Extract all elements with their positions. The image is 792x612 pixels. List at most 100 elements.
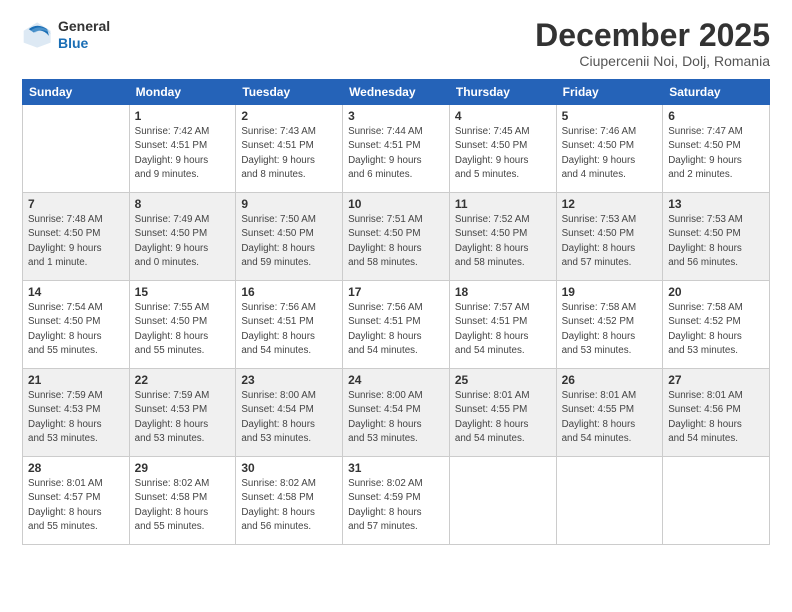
day-number: 15 (135, 285, 231, 299)
day-info: Sunrise: 7:59 AMSunset: 4:53 PMDaylight:… (28, 389, 124, 446)
calendar-cell: 10 Sunrise: 7:51 AMSunset: 4:50 PMDayligh… (343, 193, 450, 281)
day-number: 28 (28, 461, 124, 475)
day-info: Sunrise: 8:01 AMSunset: 4:55 PMDaylight:… (562, 389, 658, 446)
calendar-cell: 9 Sunrise: 7:50 AMSunset: 4:50 PMDaylight… (236, 193, 343, 281)
week-row-2: 7 Sunrise: 7:48 AMSunset: 4:50 PMDaylight… (23, 193, 770, 281)
calendar-cell: 14 Sunrise: 7:54 AMSunset: 4:50 PMDayligh… (23, 281, 130, 369)
day-info: Sunrise: 7:45 AMSunset: 4:50 PMDaylight:… (455, 125, 551, 182)
day-number: 11 (455, 197, 551, 211)
day-number: 30 (241, 461, 337, 475)
day-info: Sunrise: 7:48 AMSunset: 4:50 PMDaylight:… (28, 213, 124, 270)
day-number: 25 (455, 373, 551, 387)
day-info: Sunrise: 8:01 AMSunset: 4:55 PMDaylight:… (455, 389, 551, 446)
day-number: 7 (28, 197, 124, 211)
calendar-table: SundayMondayTuesdayWednesdayThursdayFrid… (22, 79, 770, 545)
day-number: 5 (562, 109, 658, 123)
day-info: Sunrise: 8:02 AMSunset: 4:58 PMDaylight:… (241, 477, 337, 534)
title-block: December 2025 Ciupercenii Noi, Dolj, Rom… (535, 18, 770, 69)
calendar-cell: 26Sunrise: 8:01 AMSunset: 4:55 PMDayligh… (556, 369, 663, 457)
day-info: Sunrise: 7:54 AMSunset: 4:50 PMDaylight:… (28, 301, 124, 358)
day-info: Sunrise: 7:57 AMSunset: 4:51 PMDaylight:… (455, 301, 551, 358)
day-info: Sunrise: 7:53 AMSunset: 4:50 PMDaylight:… (668, 213, 764, 270)
logo: General Blue (22, 18, 110, 52)
day-info: Sunrise: 7:52 AMSunset: 4:50 PMDaylight:… (455, 213, 551, 270)
header: General Blue December 2025 Ciupercenii N… (22, 18, 770, 69)
day-number: 8 (135, 197, 231, 211)
week-row-4: 21Sunrise: 7:59 AMSunset: 4:53 PMDayligh… (23, 369, 770, 457)
weekday-header-sunday: Sunday (23, 80, 130, 105)
calendar-cell: 24 Sunrise: 8:00 AMSunset: 4:54 PMDayligh… (343, 369, 450, 457)
calendar-cell: 27 Sunrise: 8:01 AMSunset: 4:56 PMDayligh… (663, 369, 770, 457)
day-info: Sunrise: 8:02 AMSunset: 4:58 PMDaylight:… (135, 477, 231, 534)
week-row-1: 1 Sunrise: 7:42 AMSunset: 4:51 PMDaylight… (23, 105, 770, 193)
calendar-cell: 8 Sunrise: 7:49 AMSunset: 4:50 PMDaylight… (129, 193, 236, 281)
day-info: Sunrise: 7:58 AMSunset: 4:52 PMDaylight:… (668, 301, 764, 358)
weekday-header-friday: Friday (556, 80, 663, 105)
calendar-cell: 28Sunrise: 8:01 AMSunset: 4:57 PMDayligh… (23, 457, 130, 545)
day-number: 16 (241, 285, 337, 299)
day-number: 12 (562, 197, 658, 211)
day-number: 22 (135, 373, 231, 387)
day-info: Sunrise: 8:01 AMSunset: 4:56 PMDaylight:… (668, 389, 764, 446)
weekday-header-thursday: Thursday (449, 80, 556, 105)
day-number: 1 (135, 109, 231, 123)
day-info: Sunrise: 7:49 AMSunset: 4:50 PMDaylight:… (135, 213, 231, 270)
day-info: Sunrise: 7:43 AMSunset: 4:51 PMDaylight:… (241, 125, 337, 182)
day-number: 14 (28, 285, 124, 299)
calendar-cell (449, 457, 556, 545)
day-number: 27 (668, 373, 764, 387)
day-number: 19 (562, 285, 658, 299)
day-number: 4 (455, 109, 551, 123)
calendar-cell: 20 Sunrise: 7:58 AMSunset: 4:52 PMDayligh… (663, 281, 770, 369)
day-info: Sunrise: 8:00 AMSunset: 4:54 PMDaylight:… (241, 389, 337, 446)
calendar-cell: 12Sunrise: 7:53 AMSunset: 4:50 PMDayligh… (556, 193, 663, 281)
month-title: December 2025 (535, 18, 770, 53)
day-number: 31 (348, 461, 444, 475)
calendar-page: General Blue December 2025 Ciupercenii N… (0, 0, 792, 612)
calendar-cell: 13Sunrise: 7:53 AMSunset: 4:50 PMDayligh… (663, 193, 770, 281)
day-number: 20 (668, 285, 764, 299)
weekday-header-wednesday: Wednesday (343, 80, 450, 105)
day-number: 23 (241, 373, 337, 387)
weekday-header-row: SundayMondayTuesdayWednesdayThursdayFrid… (23, 80, 770, 105)
day-info: Sunrise: 7:56 AMSunset: 4:51 PMDaylight:… (348, 301, 444, 358)
calendar-cell: 23 Sunrise: 8:00 AMSunset: 4:54 PMDayligh… (236, 369, 343, 457)
day-number: 17 (348, 285, 444, 299)
weekday-header-tuesday: Tuesday (236, 80, 343, 105)
calendar-cell: 6Sunrise: 7:47 AMSunset: 4:50 PMDaylight… (663, 105, 770, 193)
day-number: 29 (135, 461, 231, 475)
day-info: Sunrise: 8:00 AMSunset: 4:54 PMDaylight:… (348, 389, 444, 446)
day-info: Sunrise: 8:02 AMSunset: 4:59 PMDaylight:… (348, 477, 444, 534)
day-info: Sunrise: 7:47 AMSunset: 4:50 PMDaylight:… (668, 125, 764, 182)
calendar-cell: 22 Sunrise: 7:59 AMSunset: 4:53 PMDayligh… (129, 369, 236, 457)
calendar-cell: 4 Sunrise: 7:45 AMSunset: 4:50 PMDaylight… (449, 105, 556, 193)
logo-text: General Blue (58, 18, 110, 52)
calendar-cell: 5 Sunrise: 7:46 AMSunset: 4:50 PMDaylight… (556, 105, 663, 193)
calendar-cell: 30 Sunrise: 8:02 AMSunset: 4:58 PMDayligh… (236, 457, 343, 545)
day-number: 10 (348, 197, 444, 211)
calendar-cell (663, 457, 770, 545)
calendar-cell: 3Sunrise: 7:44 AMSunset: 4:51 PMDaylight… (343, 105, 450, 193)
day-info: Sunrise: 7:44 AMSunset: 4:51 PMDaylight:… (348, 125, 444, 182)
calendar-cell: 11 Sunrise: 7:52 AMSunset: 4:50 PMDayligh… (449, 193, 556, 281)
calendar-cell (23, 105, 130, 193)
day-number: 9 (241, 197, 337, 211)
calendar-cell: 7 Sunrise: 7:48 AMSunset: 4:50 PMDaylight… (23, 193, 130, 281)
day-number: 2 (241, 109, 337, 123)
calendar-cell (556, 457, 663, 545)
day-info: Sunrise: 7:42 AMSunset: 4:51 PMDaylight:… (135, 125, 231, 182)
location-subtitle: Ciupercenii Noi, Dolj, Romania (535, 53, 770, 69)
calendar-cell: 25 Sunrise: 8:01 AMSunset: 4:55 PMDayligh… (449, 369, 556, 457)
day-info: Sunrise: 7:59 AMSunset: 4:53 PMDaylight:… (135, 389, 231, 446)
day-info: Sunrise: 7:46 AMSunset: 4:50 PMDaylight:… (562, 125, 658, 182)
week-row-5: 28Sunrise: 8:01 AMSunset: 4:57 PMDayligh… (23, 457, 770, 545)
day-info: Sunrise: 7:51 AMSunset: 4:50 PMDaylight:… (348, 213, 444, 270)
weekday-header-monday: Monday (129, 80, 236, 105)
calendar-cell: 15Sunrise: 7:55 AMSunset: 4:50 PMDayligh… (129, 281, 236, 369)
day-info: Sunrise: 7:50 AMSunset: 4:50 PMDaylight:… (241, 213, 337, 270)
day-number: 24 (348, 373, 444, 387)
day-info: Sunrise: 7:56 AMSunset: 4:51 PMDaylight:… (241, 301, 337, 358)
calendar-cell: 19 Sunrise: 7:58 AMSunset: 4:52 PMDayligh… (556, 281, 663, 369)
calendar-cell: 17 Sunrise: 7:56 AMSunset: 4:51 PMDayligh… (343, 281, 450, 369)
day-info: Sunrise: 7:58 AMSunset: 4:52 PMDaylight:… (562, 301, 658, 358)
